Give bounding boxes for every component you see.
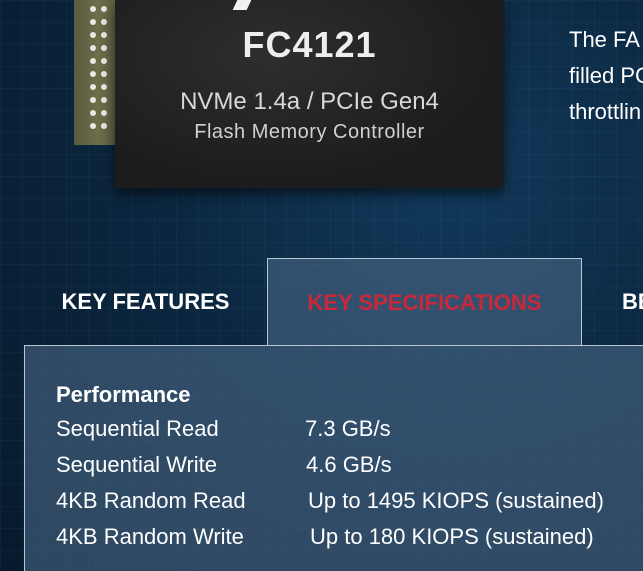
solder-pin (90, 97, 96, 103)
solder-pin (90, 32, 96, 38)
chip-image: FC4121 NVMe 1.4a / PCIe Gen4 Flash Memor… (115, 0, 504, 188)
chip-model: FC4121 (242, 24, 377, 65)
solder-pin (90, 123, 96, 129)
spec-label: Sequential Write (56, 452, 218, 477)
intro-paragraph: The FA filled PC throttlin (569, 22, 643, 130)
spec-row: 4KB Random Read Up to 1495 KIOPS (sustai… (56, 488, 643, 524)
spec-value: Up to 180 KIOPS (sustained) (310, 524, 594, 549)
solder-pin (101, 32, 107, 38)
solder-pin (101, 58, 107, 64)
tab-key-features[interactable]: KEY FEATURES (24, 258, 267, 346)
solder-pin (90, 110, 96, 116)
solder-pin (90, 71, 96, 77)
solder-pin (101, 110, 107, 116)
intro-line: filled PC (569, 63, 643, 88)
solder-pin (101, 19, 107, 25)
solder-pin (90, 58, 96, 64)
solder-pin (90, 84, 96, 90)
tab-key-specifications[interactable]: KEY SPECIFICATIONS (267, 258, 582, 346)
spec-value: 4.6 GB/s (306, 452, 392, 477)
spec-label: Sequential Read (56, 416, 219, 441)
solder-pin (101, 97, 107, 103)
solder-pin (101, 45, 107, 51)
brand-logo-mark (232, 0, 252, 10)
tab-bar: KEY FEATURES KEY SPECIFICATIONS BE (0, 258, 643, 346)
spec-row: Sequential Read 7.3 GB/s (56, 416, 643, 452)
spec-value: Up to 1495 KIOPS (sustained) (308, 488, 604, 513)
solder-pin (101, 6, 107, 12)
intro-line: The FA (569, 27, 640, 52)
tab-benefits[interactable]: BE (582, 258, 643, 346)
solder-pin (90, 6, 96, 12)
solder-pin (101, 71, 107, 77)
spec-row: Sequential Write 4.6 GB/s (56, 452, 643, 488)
specifications-panel: Performance Sequential Read 7.3 GB/s Seq… (24, 345, 643, 571)
spec-label: 4KB Random Write (56, 524, 244, 549)
spec-value: 7.3 GB/s (305, 416, 391, 441)
spec-label: 4KB Random Read (56, 488, 246, 513)
chip-interface: NVMe 1.4a / PCIe Gen4 (180, 88, 439, 115)
solder-pin (90, 19, 96, 25)
solder-pin (101, 84, 107, 90)
intro-line: throttlin (569, 99, 642, 124)
chip-type: Flash Memory Controller (194, 121, 425, 143)
section-title-performance: Performance (56, 382, 191, 407)
spec-row: 4KB Random Write Up to 180 KIOPS (sustai… (56, 524, 643, 560)
solder-pin (90, 45, 96, 51)
solder-pin (101, 123, 107, 129)
